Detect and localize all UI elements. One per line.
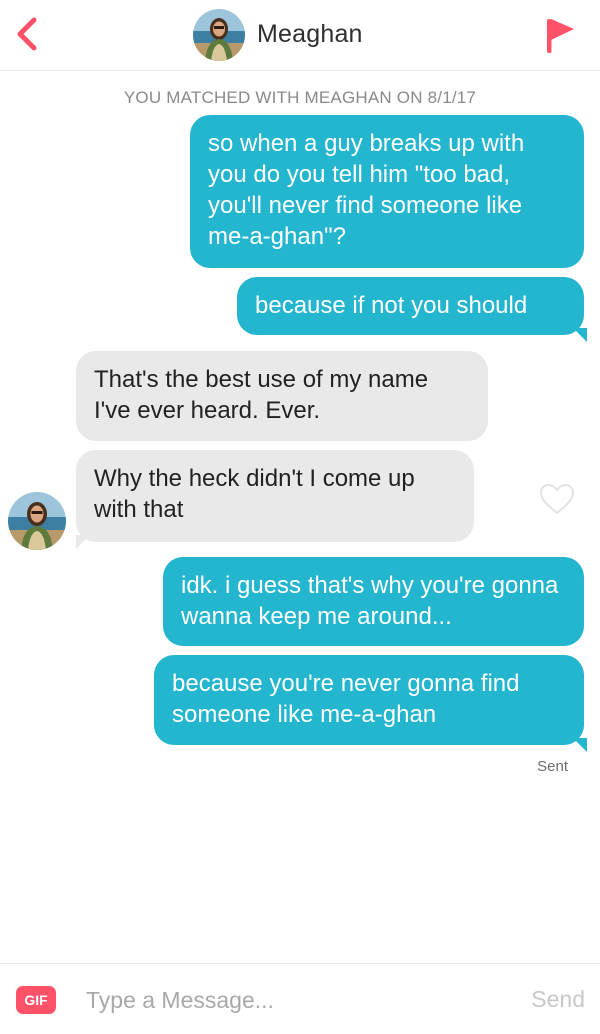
message-outgoing[interactable]: idk. i guess that's why you're gonna wan… xyxy=(163,557,584,646)
gif-button[interactable]: GIF xyxy=(16,986,56,1014)
message-outgoing[interactable]: because if not you should xyxy=(237,277,587,342)
message-input[interactable] xyxy=(86,980,506,1020)
heart-outline-icon xyxy=(539,483,575,515)
message-text: because if not you should xyxy=(255,292,528,319)
message-text: idk. i guess that's why you're gonna wan… xyxy=(181,572,559,630)
like-button[interactable] xyxy=(538,482,576,516)
message-text: so when a guy breaks up with you do you … xyxy=(208,130,525,250)
match-notice: YOU MATCHED WITH MEAGHAN ON 8/1/17 xyxy=(123,88,477,107)
flag-icon xyxy=(547,19,574,53)
delivery-status: Sent xyxy=(537,758,568,775)
chat-screen: Meaghan YOU MATCHED WITH MEAGHAN ON 8/1/… xyxy=(0,0,600,1034)
message-incoming[interactable]: That's the best use of my name I've ever… xyxy=(76,351,488,441)
message-outgoing[interactable]: so when a guy breaks up with you do you … xyxy=(190,115,584,268)
sender-avatar[interactable] xyxy=(8,492,66,550)
avatar[interactable] xyxy=(193,9,245,61)
message-incoming[interactable]: Why the heck didn't I come up with that xyxy=(76,450,474,549)
message-composer: GIF Send xyxy=(0,963,600,1034)
send-button[interactable]: Send xyxy=(531,986,585,1013)
chat-header: Meaghan xyxy=(0,0,600,71)
message-outgoing[interactable]: because you're never gonna find someone … xyxy=(154,655,587,752)
message-text: That's the best use of my name I've ever… xyxy=(94,366,429,424)
chevron-left-icon xyxy=(17,17,37,51)
back-button[interactable] xyxy=(10,14,46,54)
message-text: because you're never gonna find someone … xyxy=(172,670,520,728)
message-text: Why the heck didn't I come up with that xyxy=(94,465,415,523)
contact-name[interactable]: Meaghan xyxy=(257,20,363,49)
report-button[interactable] xyxy=(540,13,580,57)
